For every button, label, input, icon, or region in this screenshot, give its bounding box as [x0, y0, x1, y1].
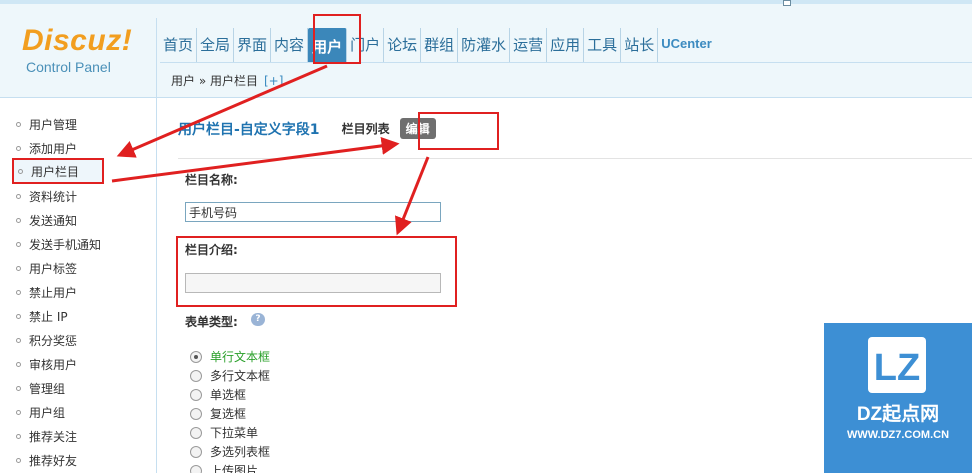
- bullet-icon: [16, 314, 21, 319]
- nav-apps[interactable]: 应用: [547, 28, 585, 62]
- sidebar-item-user-groups[interactable]: 用户组: [16, 404, 65, 421]
- watermark: LZ DZ起点网 WWW.DZ7.COM.CN: [824, 323, 972, 473]
- question-bubble-icon[interactable]: ?: [251, 313, 265, 326]
- nav-forum[interactable]: 论坛: [384, 28, 422, 62]
- sidebar-item-label: 用户管理: [29, 118, 78, 132]
- sidebar-item-label: 管理组: [29, 382, 66, 396]
- sidebar-item-credits[interactable]: 积分奖惩: [16, 332, 77, 349]
- bullet-icon: [16, 242, 21, 247]
- watermark-name: DZ起点网: [856, 404, 940, 425]
- svg-text:LZ: LZ: [874, 347, 920, 389]
- sidebar-item-ban-ip[interactable]: 禁止 IP: [16, 308, 68, 325]
- sidebar-item-label: 审核用户: [29, 358, 78, 372]
- nav-content[interactable]: 内容: [271, 28, 309, 62]
- column-name-input[interactable]: [185, 202, 441, 222]
- sidebar-item-add-user[interactable]: 添加用户: [16, 140, 77, 157]
- bullet-icon: [16, 338, 21, 343]
- bullet-icon: [16, 218, 21, 223]
- form-type-option[interactable]: 多选列表框: [190, 443, 270, 460]
- header: Discuz! Control Panel 首页 全局 界面 内容 用户 门户 …: [0, 0, 972, 98]
- nav-founder[interactable]: 站长: [621, 28, 659, 62]
- bullet-icon: [16, 146, 21, 151]
- sidebar-item-label: 禁止用户: [29, 286, 78, 300]
- logo-brand: Discuz!: [22, 24, 133, 57]
- sidebar-item-user-tags[interactable]: 用户标签: [16, 260, 77, 277]
- sidebar-item-label: 添加用户: [29, 142, 78, 156]
- nav-home[interactable]: 首页: [160, 28, 198, 62]
- top-strip: [0, 0, 972, 4]
- nav-global[interactable]: 全局: [197, 28, 235, 62]
- sidebar-item-recommend-friends[interactable]: 推荐好友: [16, 452, 77, 469]
- bullet-icon: [16, 266, 21, 271]
- title-row: 用户栏目-自定义字段1 栏目列表 编辑: [178, 118, 436, 139]
- sidebar-item-label: 推荐关注: [29, 430, 78, 444]
- sidebar-item-send-notice[interactable]: 发送通知: [16, 212, 77, 229]
- sidebar-item-send-sms[interactable]: 发送手机通知: [16, 236, 101, 253]
- sidebar-item-user-columns[interactable]: 用户栏目: [12, 158, 104, 184]
- bullet-icon: [16, 362, 21, 367]
- sidebar-item-label: 用户栏目: [31, 164, 80, 179]
- radio-button[interactable]: [190, 388, 202, 401]
- sidebar-item-label: 发送手机通知: [29, 238, 102, 252]
- nav-style[interactable]: 界面: [234, 28, 272, 62]
- logo: Discuz! Control Panel: [22, 24, 142, 84]
- form-type-option[interactable]: 复选框: [190, 405, 246, 422]
- radio-button[interactable]: [190, 407, 202, 420]
- sidebar-item-label: 资料统计: [29, 190, 78, 204]
- bullet-icon: [16, 410, 21, 415]
- bullet-icon: [18, 168, 23, 174]
- bullet-icon: [16, 290, 21, 295]
- sidebar-item-label: 用户标签: [29, 262, 78, 276]
- sidebar-item-label: 推荐好友: [29, 454, 78, 468]
- column-name-label: 栏目名称:: [185, 173, 238, 187]
- form-type-option[interactable]: 下拉菜单: [190, 424, 258, 441]
- form-type-option[interactable]: 单选框: [190, 386, 246, 403]
- sidebar: 用户管理 添加用户 用户栏目 资料统计 发送通知 发送手机通知 用户标签 禁止用…: [0, 98, 157, 473]
- breadcrumb-path: 用户 » 用户栏目: [171, 74, 258, 88]
- nav-operation[interactable]: 运营: [510, 28, 548, 62]
- form-type-option[interactable]: 多行文本框: [190, 367, 270, 384]
- radio-button[interactable]: [190, 445, 202, 458]
- radio-button[interactable]: [190, 350, 202, 363]
- radio-button[interactable]: [190, 426, 202, 439]
- bullet-icon: [16, 194, 21, 199]
- divider: [178, 158, 972, 159]
- bullet-icon: [16, 122, 21, 127]
- form-type-option[interactable]: 单行文本框: [190, 348, 270, 365]
- bullet-icon: [16, 434, 21, 439]
- sidebar-item-label: 积分奖惩: [29, 334, 78, 348]
- radio-button[interactable]: [190, 464, 202, 473]
- bullet-icon: [16, 458, 21, 463]
- form-type-option[interactable]: 上传图片: [190, 462, 258, 473]
- top-nav: 首页 全局 界面 内容 用户 门户 论坛 群组 防灌水 运营 应用 工具 站长 …: [160, 28, 715, 62]
- breadcrumb: 用户 » 用户栏目 [+]: [160, 62, 972, 98]
- watermark-url: WWW.DZ7.COM.CN: [846, 429, 950, 441]
- annotation-box-intro-field: [176, 236, 457, 307]
- nav-group[interactable]: 群组: [421, 28, 459, 62]
- nav-ucenter[interactable]: UCenter: [658, 28, 715, 62]
- logo-divider: [156, 18, 157, 98]
- nav-antispam[interactable]: 防灌水: [458, 28, 511, 62]
- bullet-icon: [16, 386, 21, 391]
- watermark-logo: LZ: [868, 337, 926, 393]
- sidebar-item-admin-groups[interactable]: 管理组: [16, 380, 65, 397]
- tab-column-list[interactable]: 栏目列表: [342, 120, 390, 137]
- sidebar-item-ban-user[interactable]: 禁止用户: [16, 284, 77, 301]
- sidebar-item-moderate-users[interactable]: 审核用户: [16, 356, 77, 373]
- sidebar-item-label: 用户组: [29, 406, 66, 420]
- breadcrumb-add-button[interactable]: [+]: [264, 74, 283, 88]
- form-type-label: 表单类型:: [185, 315, 238, 329]
- nav-tools[interactable]: 工具: [584, 28, 622, 62]
- top-checkbox[interactable]: [783, 0, 791, 6]
- annotation-box-edit-tab: [418, 112, 499, 150]
- logo-subtitle: Control Panel: [26, 59, 111, 75]
- sidebar-item-profile-stats[interactable]: 资料统计: [16, 188, 77, 205]
- sidebar-item-user-manage[interactable]: 用户管理: [16, 116, 77, 133]
- sidebar-item-recommend-follow[interactable]: 推荐关注: [16, 428, 77, 445]
- annotation-box-nav-user: [313, 14, 361, 64]
- radio-button[interactable]: [190, 369, 202, 382]
- sidebar-item-label: 发送通知: [29, 214, 78, 228]
- sidebar-item-label: 禁止 IP: [29, 310, 68, 324]
- page-title: 用户栏目-自定义字段1: [178, 121, 320, 138]
